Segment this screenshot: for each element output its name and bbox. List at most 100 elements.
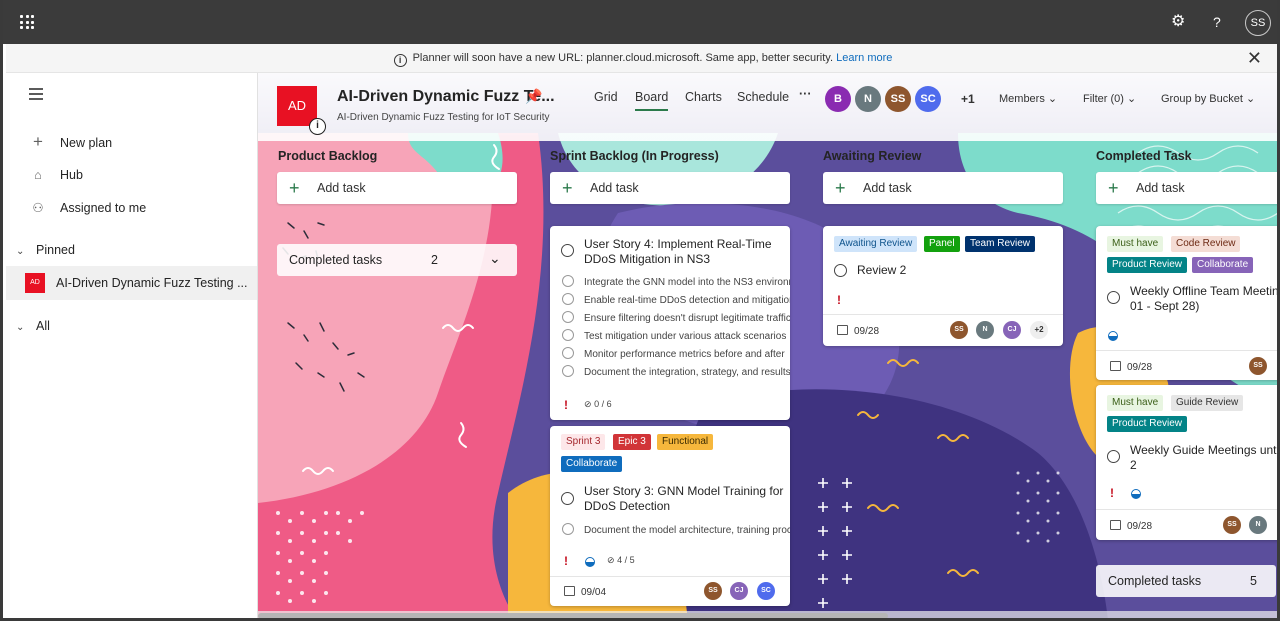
checklist-item[interactable]: Test mitigation under various attack sce… [562, 328, 790, 346]
label-tag[interactable]: Collaborate [561, 456, 623, 472]
more-assignees-count[interactable]: +2 [1030, 321, 1048, 339]
task-card[interactable]: Must have Code Review Product Review Col… [1096, 226, 1277, 380]
user-avatar[interactable]: SS [1245, 10, 1271, 36]
label-tag[interactable]: Product Review [1107, 416, 1188, 432]
checklist-item[interactable]: Enable real-time DDoS detection and miti… [562, 292, 790, 310]
tab-grid[interactable]: Grid [594, 90, 618, 104]
pin-icon[interactable]: 📌 [525, 88, 542, 105]
add-task-button[interactable]: + Add task [550, 172, 790, 204]
tab-charts[interactable]: Charts [685, 90, 722, 104]
help-icon[interactable]: ? [1213, 12, 1221, 32]
assignee-avatar[interactable]: CJ [730, 582, 748, 600]
more-views-button[interactable]: ··· [799, 87, 812, 101]
complete-task-checkbox[interactable] [561, 492, 574, 505]
label-tag[interactable]: Collaborate [1192, 257, 1254, 273]
label-tag[interactable]: Code Review [1171, 236, 1241, 252]
checkbox[interactable] [562, 275, 574, 287]
tab-board[interactable]: Board [635, 90, 669, 111]
member-avatar[interactable]: B [825, 86, 851, 112]
assignee-avatar[interactable]: SS [704, 582, 722, 600]
assignee-avatar[interactable]: CJ [1003, 321, 1021, 339]
bucket-title[interactable]: Completed Task [1096, 149, 1192, 163]
label-tag[interactable]: Epic 3 [613, 434, 651, 450]
task-title: User Story 4: Implement Real-Time DDoS M… [584, 237, 772, 266]
in-progress-icon [585, 557, 595, 567]
task-card[interactable]: User Story 4: Implement Real-Time DDoS M… [550, 226, 790, 420]
checklist-item[interactable]: Ensure filtering doesn't disrupt legitim… [562, 310, 790, 328]
plus-icon: + [835, 178, 846, 198]
completed-tasks-toggle[interactable]: Completed tasks 5 [1096, 565, 1276, 597]
checklist-item[interactable]: Integrate the GNN model into the NS3 env… [562, 274, 790, 292]
checkbox[interactable] [562, 347, 574, 359]
checklist-text: Monitor performance metrics before and a… [584, 349, 785, 360]
checkbox[interactable] [562, 311, 574, 323]
assignee-avatar[interactable]: N [976, 321, 994, 339]
tab-schedule[interactable]: Schedule [737, 90, 789, 104]
close-icon[interactable]: ✕ [1247, 44, 1262, 73]
app-launcher-icon[interactable] [20, 15, 34, 29]
checkbox[interactable] [562, 523, 574, 535]
members-button[interactable]: Members ⌄ [999, 92, 1057, 105]
complete-task-checkbox[interactable] [561, 244, 574, 257]
assignee-avatar[interactable]: SS [1249, 357, 1267, 375]
checkbox[interactable] [562, 329, 574, 341]
due-date: 09/28 [837, 325, 879, 337]
horizontal-scrollbar[interactable] [258, 611, 1277, 618]
checklist-item[interactable]: Document the integration, strategy, and … [562, 364, 790, 382]
assignee-avatar[interactable]: SS [1223, 516, 1241, 534]
checklist-item[interactable]: Monitor performance metrics before and a… [562, 346, 790, 364]
label-tag[interactable]: Must have [1107, 395, 1164, 411]
member-avatar[interactable]: N [855, 86, 881, 112]
assignee-avatar[interactable]: SS [950, 321, 968, 339]
sidebar-item-new-plan[interactable]: + New plan [28, 132, 112, 152]
complete-task-checkbox[interactable] [1107, 291, 1120, 304]
more-members-count[interactable]: +1 [961, 92, 975, 106]
checkmark-circle-icon: ⊘ [607, 555, 615, 565]
task-title: User Story 3: GNN Model Training for DDo… [584, 484, 784, 513]
label-tag[interactable]: Product Review [1107, 257, 1188, 273]
label-tag[interactable]: Functional [657, 434, 714, 450]
due-date: 09/28 [1110, 520, 1152, 532]
bucket-title[interactable]: Product Backlog [278, 149, 377, 163]
complete-task-checkbox[interactable] [834, 264, 847, 277]
bucket-title[interactable]: Sprint Backlog (In Progress) [550, 149, 719, 163]
checkbox[interactable] [562, 293, 574, 305]
checklist-item[interactable]: Document the model architecture, trainin… [562, 522, 790, 540]
sidebar-item-assigned-to-me[interactable]: ⚇ Assigned to me [28, 198, 146, 218]
label-tag[interactable]: Guide Review [1171, 395, 1244, 411]
sidebar-item-pinned-plan[interactable]: AD AI-Driven Dynamic Fuzz Testing ... [6, 266, 257, 300]
task-card[interactable]: Must have Guide Review Product Review We… [1096, 385, 1277, 540]
add-task-button[interactable]: + Add task [1096, 172, 1277, 204]
add-task-button[interactable]: + Add task [277, 172, 517, 204]
add-task-button[interactable]: + Add task [823, 172, 1063, 204]
member-avatar[interactable]: SC [915, 86, 941, 112]
button-label: Add task [317, 181, 366, 195]
task-card[interactable]: Sprint 3 Epic 3 Functional Collaborate U… [550, 426, 790, 606]
hamburger-menu-icon[interactable] [29, 88, 43, 103]
completed-tasks-toggle[interactable]: Completed tasks 2 ⌄ [277, 244, 517, 276]
assignee-avatar[interactable]: SC [757, 582, 775, 600]
sidebar-section-pinned[interactable]: ⌄ Pinned [16, 241, 75, 261]
bucket-title[interactable]: Awaiting Review [823, 149, 921, 163]
chevron-down-icon: ⌄ [489, 250, 501, 266]
label-tag[interactable]: Awaiting Review [834, 236, 918, 252]
checkbox[interactable] [562, 365, 574, 377]
plan-title[interactable]: AI-Driven Dynamic Fuzz Te... [337, 88, 555, 106]
member-avatar[interactable]: SS [885, 86, 911, 112]
label-tag[interactable]: Team Review [965, 236, 1036, 252]
scrollbar-thumb[interactable] [258, 613, 888, 618]
learn-more-link[interactable]: Learn more [836, 52, 892, 64]
assignee-avatar[interactable]: N [1249, 516, 1267, 534]
filter-button[interactable]: Filter (0) ⌄ [1083, 92, 1136, 105]
label-tag[interactable]: Sprint 3 [561, 434, 606, 450]
sidebar-section-all[interactable]: ⌄ All [16, 317, 50, 337]
label-tag[interactable]: Must have [1107, 236, 1164, 252]
info-icon[interactable]: i [309, 118, 326, 135]
label-tag[interactable]: Panel [924, 236, 960, 252]
sidebar-item-label: Assigned to me [60, 201, 147, 215]
sidebar-item-hub[interactable]: ⌂ Hub [28, 165, 83, 185]
complete-task-checkbox[interactable] [1107, 450, 1120, 463]
task-card[interactable]: Awaiting Review Panel Team Review Review… [823, 226, 1063, 346]
gear-icon[interactable]: ⚙ [1171, 12, 1185, 32]
group-by-button[interactable]: Group by Bucket ⌄ [1161, 92, 1255, 105]
